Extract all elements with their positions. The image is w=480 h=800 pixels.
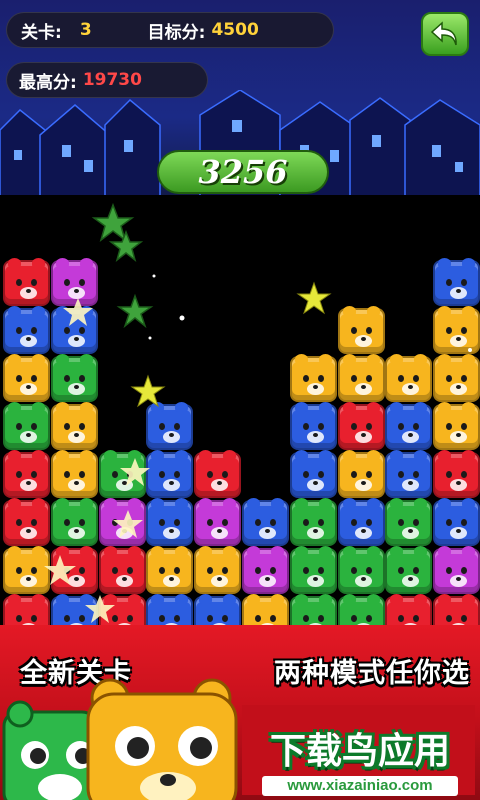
bear-block-yellow[interactable] — [194, 546, 242, 594]
bear-block-yellow[interactable] — [50, 450, 98, 498]
bear-block-blue[interactable] — [50, 306, 98, 354]
bear-block-blue[interactable] — [289, 402, 337, 450]
bear-block-green[interactable] — [98, 450, 146, 498]
bear-block-yellow[interactable] — [337, 306, 385, 354]
bear-block-red[interactable] — [50, 546, 98, 594]
bear-block-green[interactable] — [289, 546, 337, 594]
bear-block-green[interactable] — [3, 402, 50, 450]
bear-block-purple[interactable] — [242, 546, 289, 594]
bear-block-yellow[interactable] — [50, 402, 98, 450]
bear-block-yellow[interactable] — [289, 354, 337, 402]
bear-block-purple[interactable] — [98, 498, 146, 546]
bear-block-blue[interactable] — [337, 498, 385, 546]
bear-block-green[interactable] — [337, 546, 385, 594]
brand-logo-text: 下载鸟应用 — [269, 731, 450, 772]
bear-block-purple[interactable] — [50, 258, 98, 306]
bear-block-yellow[interactable] — [3, 354, 50, 402]
bear-block-blue[interactable] — [146, 498, 194, 546]
bear-block-yellow[interactable] — [433, 306, 480, 354]
bear-block-yellow[interactable] — [433, 402, 480, 450]
bear-block-blue[interactable] — [433, 258, 480, 306]
bear-block-green[interactable] — [50, 498, 98, 546]
bear-block-red[interactable] — [433, 450, 480, 498]
brand-url[interactable]: www.xiazainiao.com — [262, 776, 458, 796]
bear-block-green[interactable] — [289, 498, 337, 546]
bear-block-blue[interactable] — [385, 450, 433, 498]
bear-block-purple[interactable] — [194, 498, 242, 546]
bear-block-blue[interactable] — [242, 498, 289, 546]
bear-block-red[interactable] — [3, 498, 50, 546]
bear-block-blue[interactable] — [289, 450, 337, 498]
bear-block-yellow[interactable] — [146, 546, 194, 594]
bear-block-red[interactable] — [194, 450, 242, 498]
bear-block-blue[interactable] — [3, 306, 50, 354]
bear-block-blue[interactable] — [433, 498, 480, 546]
bear-block-blue[interactable] — [146, 402, 194, 450]
bear-block-green[interactable] — [385, 498, 433, 546]
game-board[interactable] — [0, 0, 480, 642]
bear-block-green[interactable] — [385, 546, 433, 594]
bear-block-green[interactable] — [50, 354, 98, 402]
bear-block-yellow[interactable] — [433, 354, 480, 402]
bear-block-yellow[interactable] — [337, 354, 385, 402]
bear-block-red[interactable] — [3, 450, 50, 498]
yellow-bear-mascot — [86, 678, 238, 800]
bear-block-blue[interactable] — [146, 450, 194, 498]
bear-block-red[interactable] — [337, 402, 385, 450]
bear-block-red[interactable] — [3, 258, 50, 306]
bear-block-yellow[interactable] — [3, 546, 50, 594]
promo-right-text: 两种模式任你选 — [274, 657, 470, 689]
bear-block-yellow[interactable] — [337, 450, 385, 498]
bear-block-yellow[interactable] — [385, 354, 433, 402]
bear-block-blue[interactable] — [385, 402, 433, 450]
bear-block-red[interactable] — [98, 546, 146, 594]
bear-block-purple[interactable] — [433, 546, 480, 594]
